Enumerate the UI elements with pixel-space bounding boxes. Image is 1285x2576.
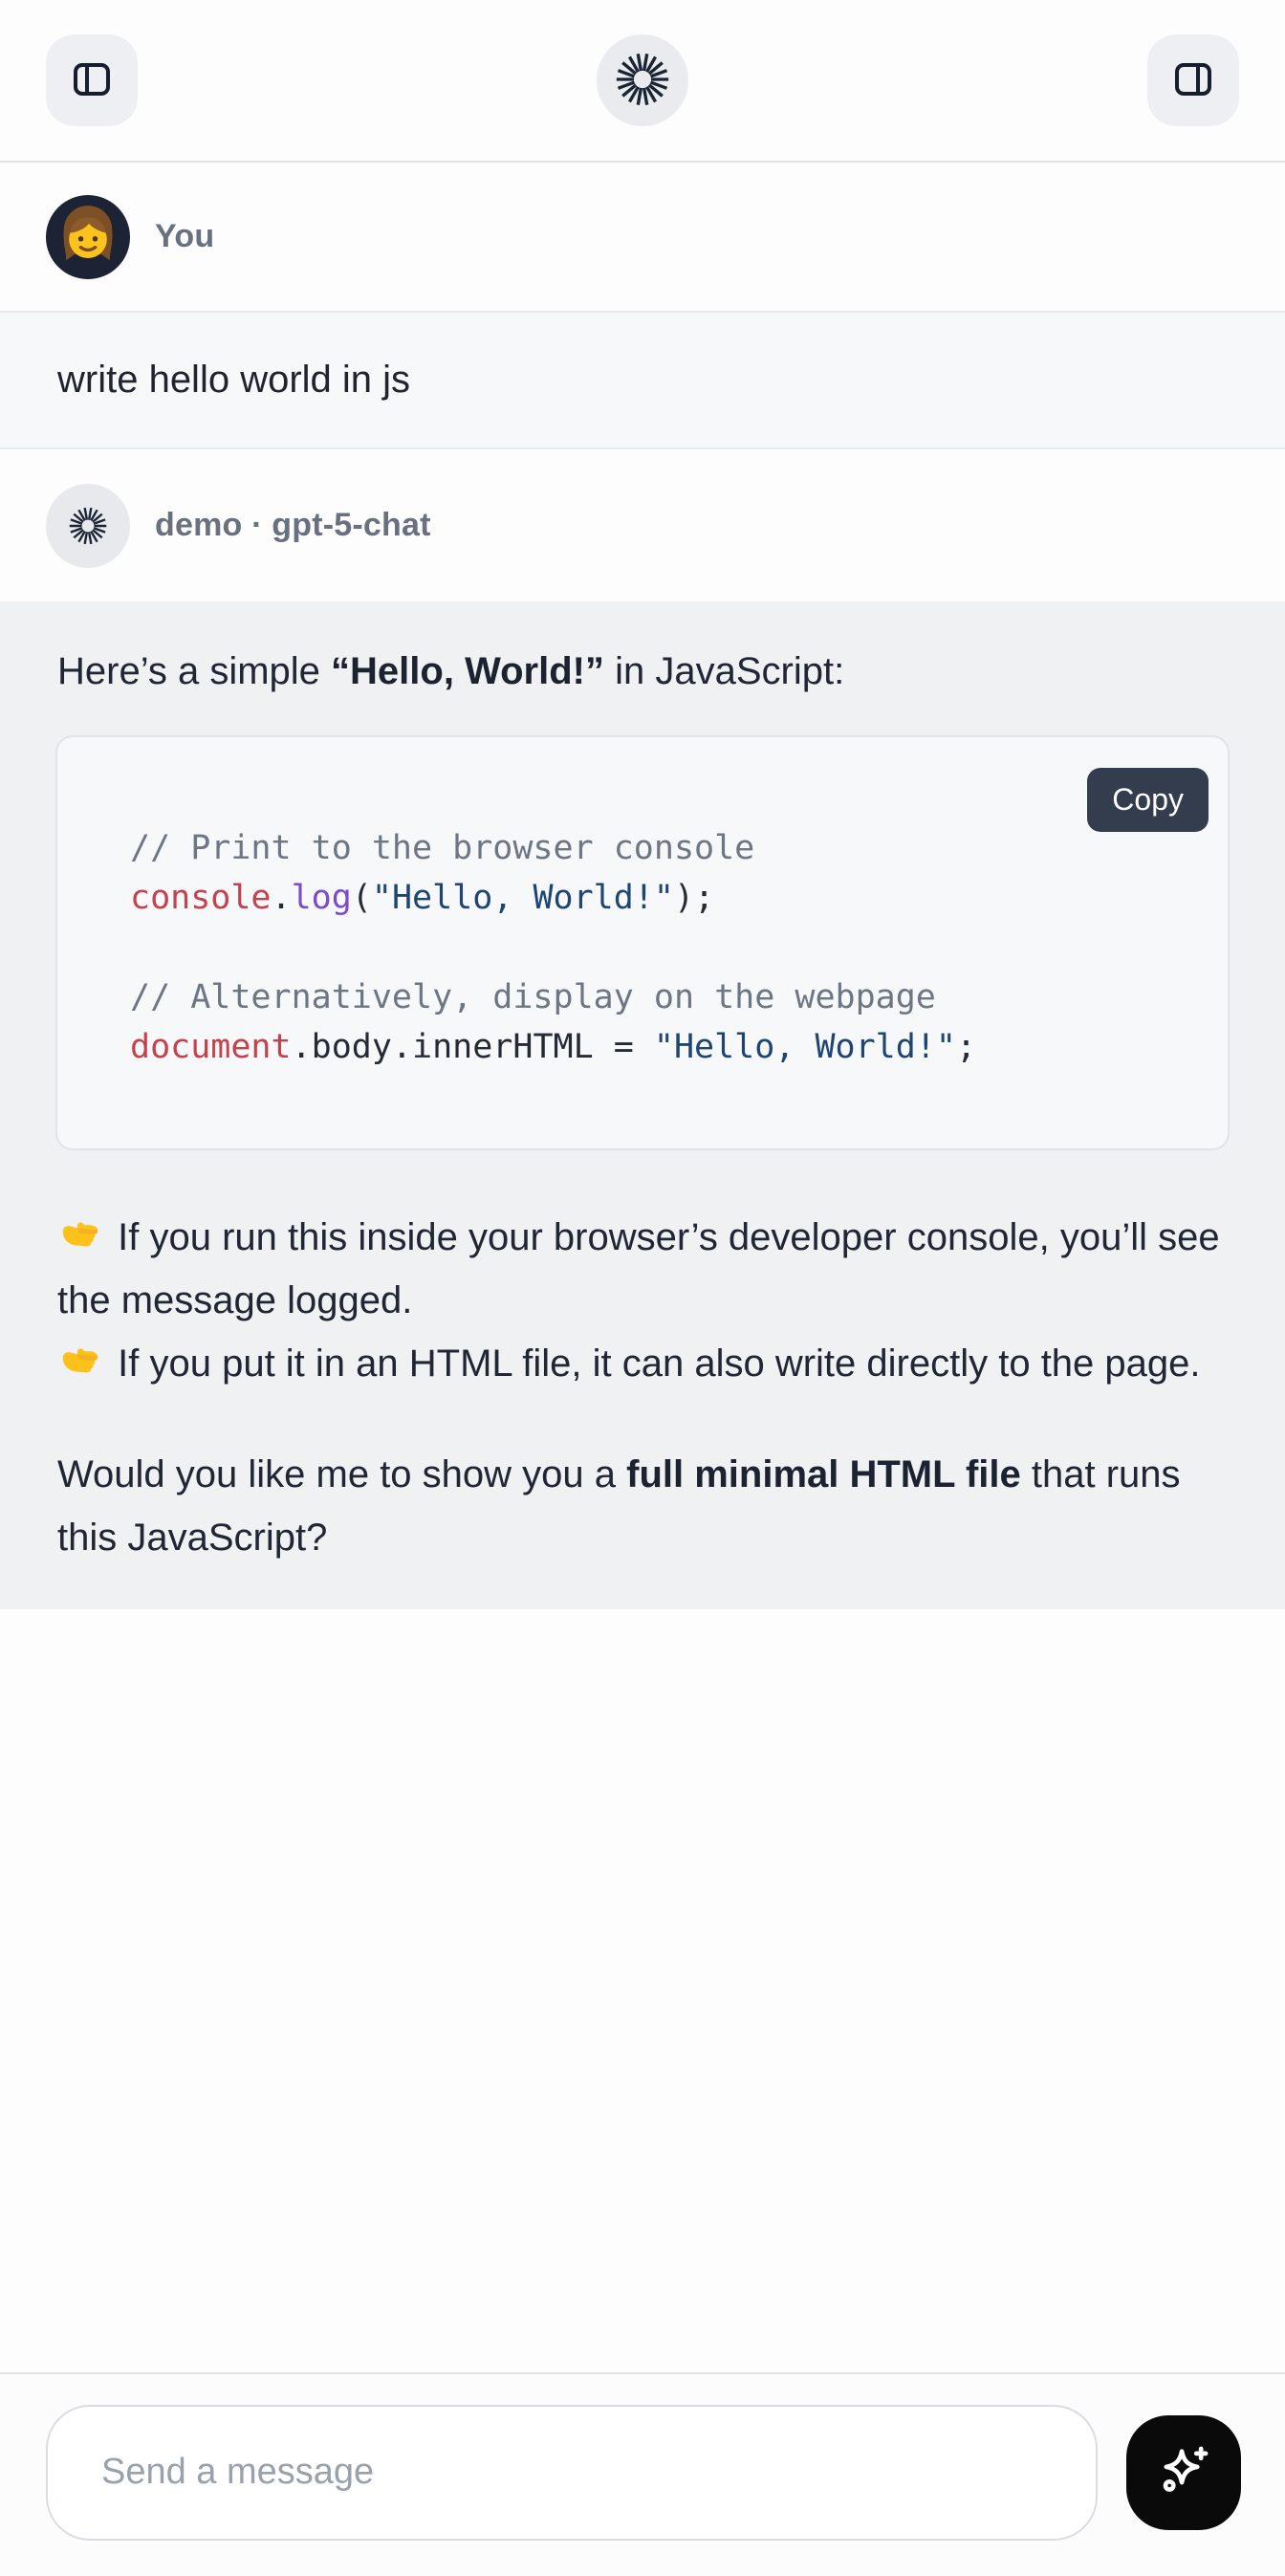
user-message-text: write hello world in js [57,359,410,402]
sparkle-icon [1152,2439,1215,2505]
panel-left-icon [69,56,115,105]
code-line: // Alternatively, display on the webpage [130,972,1189,1022]
composer-bar [0,2372,1285,2576]
top-bar [0,0,1285,163]
app-logo-button[interactable] [597,34,688,126]
code-line [130,923,1189,972]
user-message-header: You [0,163,1285,311]
chat-app: You write hello world in js demo · gpt-5… [0,0,1285,2576]
assistant-sender-label: demo · gpt-5-chat [155,507,431,544]
assistant-message-body: Here’s a simple “Hello, World!” in JavaS… [0,601,1285,1609]
code-block: Copy // Print to the browser consolecons… [55,735,1230,1150]
assistant-paragraph-2: Would you like me to show you a full min… [57,1443,1230,1569]
starburst-logo-icon [613,50,672,112]
pointing-right-emoji [57,1212,101,1255]
right-panel-toggle-button[interactable] [1147,34,1239,126]
code-line: document.body.innerHTML = "Hello, World!… [130,1022,1189,1072]
message-input[interactable] [46,2405,1098,2541]
pointing-right-emoji [57,1338,101,1382]
user-message-bubble: write hello world in js [0,311,1285,449]
chat-scroll-area[interactable] [0,1609,1285,2372]
assistant-avatar [46,484,130,568]
user-sender-label: You [155,218,214,255]
assistant-intro-text: Here’s a simple “Hello, World!” in JavaS… [57,640,1230,703]
send-button[interactable] [1126,2415,1241,2530]
code-content: // Print to the browser consoleconsole.l… [57,737,1228,1148]
code-line: // Print to the browser console [130,823,1189,873]
assistant-message-header: demo · gpt-5-chat [0,449,1285,601]
copy-button[interactable]: Copy [1087,768,1209,832]
user-avatar [46,195,130,279]
panel-right-icon [1170,56,1216,105]
assistant-paragraph-1: If you run this inside your browser’s de… [57,1206,1230,1395]
code-line: console.log("Hello, World!"); [130,873,1189,923]
sidebar-toggle-button[interactable] [46,34,138,126]
